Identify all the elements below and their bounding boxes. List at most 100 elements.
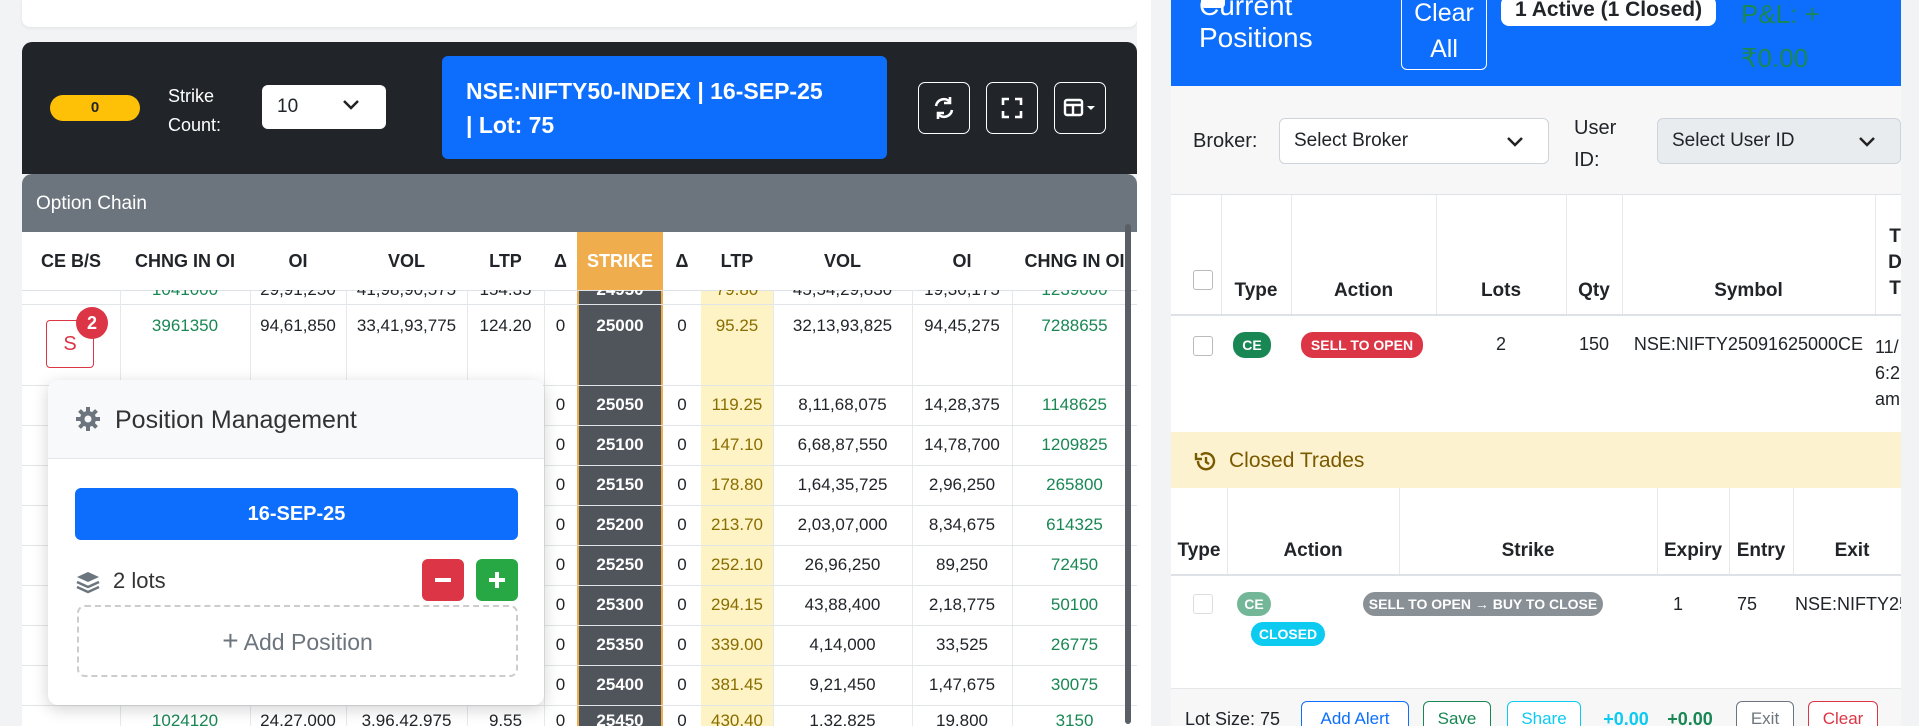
sell-count-badge: 2: [76, 307, 108, 339]
add-alert-button[interactable]: Add Alert: [1301, 701, 1409, 726]
refresh-button[interactable]: [918, 82, 970, 134]
pe-oi: 33,525: [936, 635, 988, 654]
closed-trade-row[interactable]: CE CLOSED SELL TO OPEN → BUY TO CLOSE 1 …: [1171, 576, 1901, 688]
closed-row-checkbox[interactable]: [1193, 594, 1213, 614]
col-divider: [1227, 488, 1228, 574]
strike-price: 25400: [596, 675, 644, 694]
ce-chng-oi: 3961350: [151, 316, 219, 335]
col-time: T D T: [1888, 226, 1901, 299]
pe-ltp: 95.25: [715, 316, 759, 335]
pe-vol: 9,21,450: [809, 675, 876, 694]
decrease-lots-button[interactable]: [422, 559, 464, 601]
col-strike: STRIKE: [577, 232, 663, 291]
ce-delta: 0: [555, 675, 566, 694]
closed-trades-header: Closed Trades: [1171, 432, 1901, 488]
table-row-partial: 1041000 29,91,250 41,98,90,575 154.35 24…: [22, 290, 1137, 304]
positions-title: Current Positions: [1199, 0, 1313, 53]
pe-ltp: 294.15: [711, 595, 763, 614]
table-scrollbar[interactable]: [1125, 224, 1131, 724]
positions-table: Type Action Lots Qty Symbol T D T CE SEL…: [1171, 194, 1901, 432]
user-id-label: User ID:: [1574, 117, 1617, 171]
col-strike: Strike: [1501, 540, 1555, 561]
exit-button[interactable]: Exit: [1736, 701, 1794, 726]
pe-delta: 0: [677, 711, 687, 726]
position-time: 11/ 6:2 am: [1875, 337, 1901, 409]
col-divider: [1657, 488, 1658, 574]
user-id-select-value: Select User ID: [1672, 130, 1795, 151]
strike-count-value: 10: [277, 96, 299, 117]
pe-chng-oi: 265800: [1046, 475, 1103, 494]
row-divider: [22, 705, 1137, 706]
pe-vol: 8,11,68,075: [798, 395, 887, 414]
closed-exit: NSE:NIFTY250916: [1795, 594, 1901, 614]
chevron-down-icon: [340, 94, 362, 122]
col-ce-bs: CE B/S: [22, 232, 120, 291]
fullscreen-button[interactable]: [986, 82, 1038, 134]
table-row[interactable]: 3961350 94,61,850 33,41,93,775 124.20 0 …: [22, 304, 1137, 385]
pe-delta: 0: [677, 316, 687, 335]
layout-toggle-button[interactable]: [1054, 82, 1106, 134]
popup-header: Position Management: [48, 380, 544, 459]
strike-price: 25050: [596, 395, 644, 414]
table-row[interactable]: 1024120 24,27,000 3,96,42,975 9.55 0 254…: [22, 705, 1137, 726]
symbol-line-1: NSE:NIFTY50-INDEX | 16-SEP-25: [466, 78, 823, 104]
position-row[interactable]: CE SELL TO OPEN 2 150 NSE:NIFTY250916250…: [1171, 316, 1901, 432]
pe-delta: 0: [677, 675, 687, 694]
action-badge: SELL TO OPEN: [1301, 332, 1423, 358]
symbol-line-2: | Lot: 75: [466, 112, 555, 138]
user-id-select[interactable]: Select User ID: [1657, 118, 1901, 164]
clear-button[interactable]: Clear: [1808, 701, 1878, 726]
col-entry: Entry: [1736, 540, 1786, 561]
pe-chng-oi: 30075: [1050, 675, 1099, 694]
ce-oi: 24,27,000: [260, 711, 336, 726]
symbol-banner: NSE:NIFTY50-INDEX | 16-SEP-25 | Lot: 75: [442, 56, 887, 159]
strike-price: 25100: [596, 435, 644, 454]
ce-delta: 0: [555, 711, 566, 726]
position-qty: 150: [1578, 334, 1610, 354]
positions-footer: Lot Size: 75 Add Alert Save Share +0.00 …: [1171, 688, 1901, 726]
pe-delta: 0: [677, 475, 687, 494]
increase-lots-button[interactable]: [476, 559, 518, 601]
pe-ltp: 430.40: [711, 711, 763, 726]
position-row-checkbox[interactable]: [1193, 336, 1213, 356]
strike-price: 25200: [596, 515, 644, 534]
col-divider: [1399, 488, 1400, 574]
pe-vol: 32,13,93,825: [792, 316, 893, 335]
col-type: Type: [1177, 540, 1221, 561]
ce-delta: 0: [555, 475, 566, 494]
col-symbol: Symbol: [1714, 280, 1783, 301]
broker-select[interactable]: Select Broker: [1279, 118, 1549, 164]
add-position-label: Add Position: [243, 629, 373, 655]
save-button[interactable]: Save: [1423, 701, 1491, 726]
position-lots: 2: [1495, 334, 1506, 354]
col-qty: Qty: [1578, 280, 1610, 301]
type-badge: CE: [1233, 332, 1271, 358]
positions-header-checkbox[interactable]: [1193, 270, 1213, 290]
expand-icon: [1001, 97, 1023, 119]
add-position-button[interactable]: + Add Position: [77, 605, 518, 677]
col-action: Action: [1283, 540, 1343, 561]
pe-ltp: 339.00: [711, 635, 763, 654]
ce-oi: 94,61,850: [260, 316, 336, 335]
history-icon: [1194, 452, 1216, 471]
active-count-badge: 1 Active (1 Closed): [1501, 0, 1717, 26]
positions-header: Current Positions Clear All 1 Active (1 …: [1171, 0, 1901, 86]
pe-chng-oi: 1209825: [1041, 435, 1108, 454]
strike-price: 25300: [596, 595, 644, 614]
clear-all-button[interactable]: Clear All: [1401, 0, 1487, 70]
expiry-date-button[interactable]: 16-SEP-25: [75, 488, 518, 540]
col-divider: [1436, 194, 1437, 314]
col-divider: [1622, 194, 1623, 314]
pe-vol: 2,03,07,000: [797, 515, 888, 534]
share-button[interactable]: Share: [1507, 701, 1581, 726]
pe-chng-oi: 26775: [1050, 635, 1099, 654]
col-expiry: Expiry: [1663, 540, 1723, 561]
chevron-down-icon: [1507, 137, 1523, 147]
strike-count-select[interactable]: 10: [262, 85, 386, 129]
pnl-value-1: +0.00: [1603, 709, 1649, 726]
col-ce-chng-oi: CHNG IN OI: [120, 232, 250, 291]
pe-ltp: 178.80: [711, 475, 763, 494]
pe-ltp: 147.10: [711, 435, 763, 454]
col-ce-oi: OI: [250, 232, 346, 291]
right-gutter: [1901, 0, 1919, 726]
